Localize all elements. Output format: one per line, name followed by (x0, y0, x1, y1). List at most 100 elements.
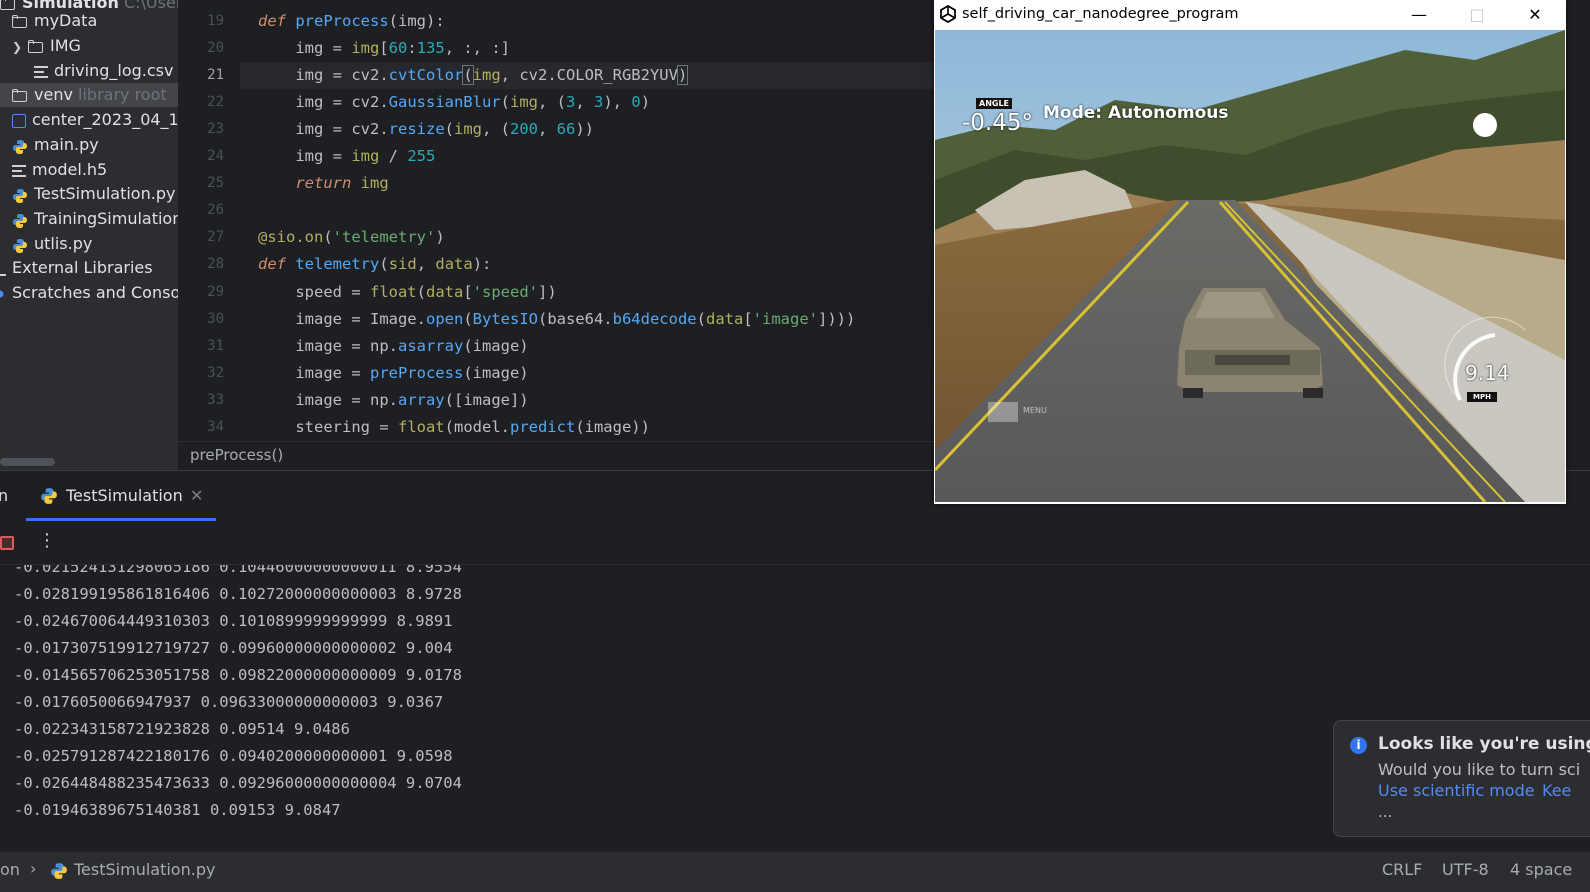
text-file-icon (34, 65, 48, 78)
tree-item-center-image[interactable]: center_2023_04_15 (12, 108, 178, 132)
maximize-button[interactable]: □ (1454, 2, 1500, 28)
line-number: 24 (207, 148, 224, 164)
tree-item-testsimulation[interactable]: TestSimulation.py (12, 182, 175, 206)
scientific-mode-notification: i Looks like you're using Would you like… (1333, 720, 1590, 837)
steering-angle-readout: -0.45° (962, 110, 1034, 136)
minimize-button[interactable]: — (1396, 2, 1442, 28)
close-icon[interactable]: ✕ (190, 486, 203, 505)
code-line-20: img = img[60:135, :, :] (258, 39, 511, 57)
keep-link[interactable]: Kee (1542, 781, 1571, 800)
indent-widget[interactable]: 4 space (1510, 860, 1572, 879)
code-line-22: img = cv2.GaussianBlur(img, (3, 3), 0) (258, 93, 651, 111)
line-number: 25 (207, 175, 224, 191)
line-number: 23 (207, 121, 224, 137)
console-line: -0.026448488235473633 0.0929600000000000… (14, 774, 462, 792)
tree-item-scratches[interactable]: Scratches and Conso (0, 281, 178, 305)
code-line-19: def preProcess(img): (258, 12, 445, 30)
code-line-28: def telemetry(sid, data): (258, 255, 492, 273)
angle-tag: ANGLE (976, 98, 1013, 109)
console-line: -0.025791287422180176 0.0940200000000001… (14, 747, 453, 765)
folder-icon (12, 14, 28, 29)
tree-item-img[interactable]: ❯ IMG (12, 34, 81, 58)
driving-scene (935, 30, 1565, 502)
python-file-icon (50, 862, 68, 884)
code-line-34: steering = float(model.predict(image)) (258, 418, 650, 436)
console-line: -0.022343158721923828 0.09514 9.0486 (14, 720, 350, 738)
line-number: 28 (207, 256, 224, 272)
tab-label[interactable]: TestSimulation (66, 486, 183, 505)
simulator-window[interactable]: self_driving_car_nanodegree_program — □ … (934, 0, 1566, 504)
tree-item-label: utlis.py (34, 234, 93, 253)
tree-item-label: model.h5 (32, 160, 108, 179)
line-number: 34 (207, 419, 224, 435)
python-file-icon (12, 138, 28, 154)
active-tab-indicator (26, 518, 216, 521)
tree-item-main-py[interactable]: main.py (12, 133, 99, 157)
line-number: 27 (207, 229, 224, 245)
line-separator-widget[interactable]: CRLF (1382, 860, 1422, 879)
code-line-31: image = np.asarray(image) (258, 337, 529, 355)
image-file-icon (12, 113, 26, 128)
encoding-widget[interactable]: UTF-8 (1442, 860, 1489, 879)
code-line-23: img = cv2.resize(img, (200, 66)) (258, 120, 595, 138)
python-file-icon (12, 212, 28, 228)
chevron-right-icon[interactable]: ❯ (12, 35, 22, 59)
code-editor[interactable]: 19 20 21 22 23 24 25 26 27 28 29 30 31 3… (178, 0, 934, 440)
folder-icon (12, 88, 28, 103)
menu-label: MENU (1023, 406, 1047, 415)
simulator-viewport[interactable]: ANGLE -0.45° Mode: Autonomous 9.14 MPH M… (935, 30, 1565, 502)
tree-item-label: IMG (50, 36, 81, 55)
code-line-30: image = Image.open(BytesIO(base64.b64dec… (258, 310, 856, 328)
console-line: -0.028199195861816406 0.1027200000000000… (14, 585, 462, 603)
editor-breadcrumb[interactable]: preProcess() (178, 441, 934, 471)
folder-icon (28, 39, 44, 54)
python-file-icon (12, 187, 28, 203)
code-line-25: return img (295, 174, 389, 192)
console-line: -0.017307519912719727 0.0996000000000000… (14, 639, 453, 657)
speed-unit-tag: MPH (1467, 392, 1497, 402)
line-number: 20 (207, 40, 224, 56)
console-line: -0.024670064449310303 0.1010899999999999… (14, 612, 453, 630)
tree-item-driving-log[interactable]: driving_log.csv (34, 59, 173, 83)
tree-item-model-h5[interactable]: model.h5 (12, 158, 107, 182)
file-icon (12, 164, 26, 177)
python-file-icon (12, 237, 28, 253)
project-sidebar: Simulation C:\Users myData ❯IMG driving_… (0, 0, 178, 470)
status-breadcrumb-project[interactable]: on (0, 860, 20, 879)
line-number: 33 (207, 392, 224, 408)
line-number: 19 (207, 13, 224, 29)
code-line-32: image = preProcess(image) (258, 364, 529, 382)
tree-item-venv[interactable]: venv library root (0, 83, 178, 107)
notification-more[interactable]: ... (1378, 803, 1392, 821)
tree-item-mydata[interactable]: myData (12, 9, 97, 33)
notification-body: Would you like to turn sci (1378, 760, 1581, 779)
line-number: 32 (207, 365, 224, 381)
close-window-button[interactable]: ✕ (1512, 2, 1558, 28)
console-line: -0.014565706253051758 0.0982200000000000… (14, 666, 462, 684)
simulator-titlebar[interactable]: self_driving_car_nanodegree_program — □ … (934, 0, 1566, 30)
tree-item-external-libraries[interactable]: External Libraries (0, 256, 153, 280)
use-scientific-mode-link[interactable]: Use scientific mode (1378, 781, 1535, 800)
code-line-21: img = cv2.cvtColor(img, cv2.COLOR_RGB2YU… (258, 65, 689, 85)
console-line: -0.021524131298065186 0.1044600000000001… (14, 565, 462, 576)
console-line: -0.0176050066947937 0.09633000000000003 … (14, 693, 444, 711)
run-tab-fragment[interactable]: n (0, 486, 8, 505)
status-bar: on › TestSimulation.py CRLF UTF-8 4 spac… (0, 851, 1590, 892)
run-toolbar: ⋮ (0, 522, 1590, 565)
more-options-icon[interactable]: ⋮ (38, 530, 56, 551)
breadcrumb-function[interactable]: preProcess() (190, 446, 283, 464)
menu-button[interactable] (988, 402, 1018, 422)
line-number-gutter: 19 20 21 22 23 24 25 26 27 28 29 30 31 3… (178, 0, 240, 440)
simulator-window-title: self_driving_car_nanodegree_program (962, 6, 1239, 22)
tree-item-label: External Libraries (12, 258, 153, 277)
tree-item-label: TestSimulation.py (34, 184, 176, 203)
notification-title: Looks like you're using (1378, 734, 1590, 754)
library-icon (0, 262, 6, 276)
unity-logo-icon (939, 4, 957, 27)
sidebar-horizontal-scrollbar[interactable] (0, 458, 55, 466)
tree-item-utlis[interactable]: utlis.py (12, 232, 92, 256)
tree-item-trainingsimulation[interactable]: TrainingSimulation (12, 207, 178, 231)
line-number: 21 (207, 67, 224, 83)
status-breadcrumb-file[interactable]: TestSimulation.py (74, 860, 215, 879)
stop-button[interactable] (0, 536, 14, 550)
